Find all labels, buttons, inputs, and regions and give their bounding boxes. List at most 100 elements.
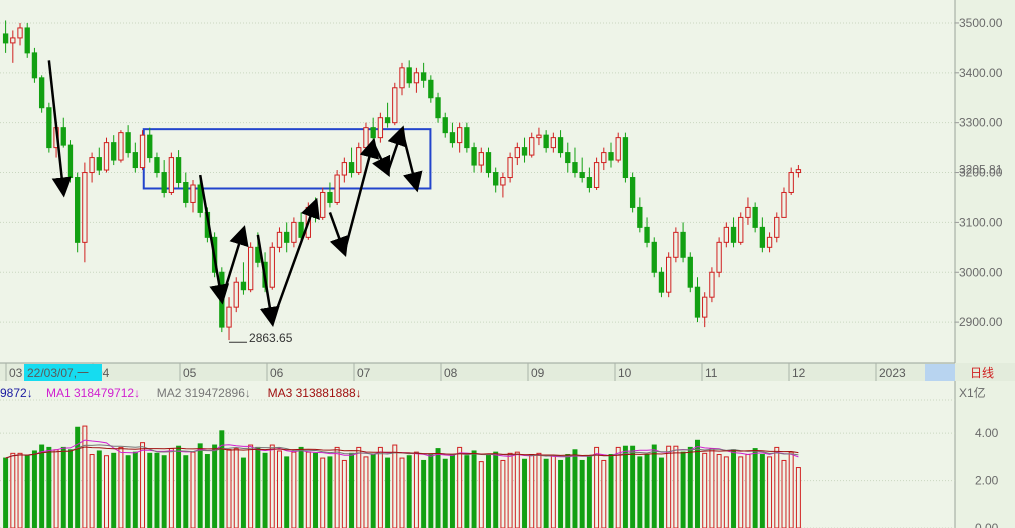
- candle[interactable]: [485, 147, 492, 178]
- candle[interactable]: [363, 122, 369, 153]
- candle[interactable]: [75, 172, 81, 253]
- candle[interactable]: [687, 252, 693, 293]
- candle[interactable]: [377, 112, 384, 143]
- candle-body: [276, 231, 283, 248]
- scroll-thumb[interactable]: [925, 364, 955, 381]
- candle[interactable]: [247, 242, 254, 293]
- volume-bar: [752, 448, 758, 528]
- candle[interactable]: [233, 277, 239, 313]
- candle[interactable]: [752, 202, 758, 233]
- volume-bar: [363, 456, 369, 528]
- volume-bar: [572, 449, 578, 528]
- candle-body: [67, 144, 74, 179]
- candle-body: [10, 37, 16, 44]
- candle-body: [680, 231, 686, 258]
- candle[interactable]: [593, 157, 600, 190]
- volume-bar: [212, 444, 218, 528]
- candle-body: [399, 67, 405, 89]
- candle[interactable]: [269, 242, 275, 290]
- date-tick-label: 08: [444, 366, 458, 380]
- candle-body: [82, 172, 88, 243]
- candle[interactable]: [31, 47, 38, 83]
- candle[interactable]: [392, 82, 398, 126]
- candle-body: [565, 152, 571, 164]
- candle-body: [730, 226, 737, 243]
- volume-bar: [183, 455, 189, 528]
- candle[interactable]: [38, 75, 45, 113]
- volume-bar: [255, 446, 261, 528]
- volume-bar: [262, 452, 268, 528]
- candle[interactable]: [622, 132, 629, 183]
- volume-bar: [53, 449, 59, 528]
- volume-bar: [125, 455, 131, 528]
- candle[interactable]: [615, 132, 621, 163]
- candle[interactable]: [168, 152, 175, 195]
- candle-body: [637, 206, 643, 228]
- volume-bar: [709, 448, 715, 528]
- candle[interactable]: [781, 187, 787, 218]
- candle[interactable]: [356, 142, 362, 176]
- stock-chart[interactable]: 3500.003400.003300.003200.003100.003000.…: [0, 0, 1015, 528]
- volume-bar: [96, 450, 102, 528]
- candle[interactable]: [738, 212, 744, 245]
- candle[interactable]: [658, 267, 665, 298]
- volume-unit-label: X1亿: [959, 385, 986, 400]
- volume-bar: [226, 449, 232, 528]
- candle-body: [572, 162, 578, 174]
- candle[interactable]: [46, 102, 52, 153]
- candle[interactable]: [435, 92, 441, 123]
- candle-body: [377, 117, 384, 139]
- volume-legend-item: MA3 313881888↓: [268, 386, 362, 400]
- candle-body: [334, 174, 340, 203]
- candle-body: [644, 226, 650, 243]
- volume-bar: [248, 444, 254, 528]
- candle[interactable]: [666, 252, 672, 298]
- candle[interactable]: [334, 170, 340, 205]
- candle[interactable]: [291, 217, 297, 248]
- candle[interactable]: [629, 172, 636, 213]
- candle[interactable]: [709, 267, 715, 303]
- volume-bar: [298, 446, 304, 528]
- volume-bar: [637, 456, 643, 528]
- candle[interactable]: [24, 22, 30, 58]
- candle[interactable]: [139, 130, 146, 171]
- volume-bar: [680, 451, 686, 528]
- price-tick-label: 3400.00: [959, 66, 1003, 80]
- volume-bar: [111, 452, 117, 528]
- candle[interactable]: [507, 152, 513, 183]
- volume-bar: [594, 446, 600, 528]
- candle[interactable]: [118, 130, 124, 163]
- candle[interactable]: [320, 187, 326, 220]
- date-tick-label: 03: [9, 366, 23, 380]
- candle-body: [586, 177, 593, 188]
- candle-body: [673, 231, 679, 258]
- candle-body: [738, 216, 744, 243]
- candle-body: [428, 79, 434, 99]
- candle-body: [291, 221, 297, 243]
- candle[interactable]: [103, 137, 110, 173]
- period-label[interactable]: 日线: [970, 366, 994, 380]
- candle[interactable]: [774, 212, 780, 243]
- volume-bar: [435, 448, 441, 528]
- candle[interactable]: [651, 237, 657, 278]
- candle[interactable]: [67, 140, 74, 183]
- candle-body: [89, 157, 95, 174]
- candle-body: [139, 134, 146, 169]
- volume-bar: [104, 455, 109, 528]
- candle-body: [579, 172, 585, 179]
- candle-body: [557, 137, 564, 154]
- date-tick-label: 11: [705, 366, 718, 380]
- volume-bar: [269, 444, 275, 528]
- candle-body: [464, 127, 470, 149]
- volume-bar: [24, 455, 30, 528]
- candle[interactable]: [673, 227, 679, 263]
- candle[interactable]: [716, 237, 722, 278]
- candle-body: [666, 256, 672, 293]
- candle[interactable]: [464, 122, 470, 153]
- current-price-label: 3205.81: [959, 163, 1003, 177]
- volume-legend-item: 9872↓: [0, 386, 33, 400]
- volume-bar: [140, 442, 146, 528]
- candle-body: [175, 157, 182, 184]
- volume-bar: [442, 458, 448, 528]
- candle-body: [702, 296, 708, 318]
